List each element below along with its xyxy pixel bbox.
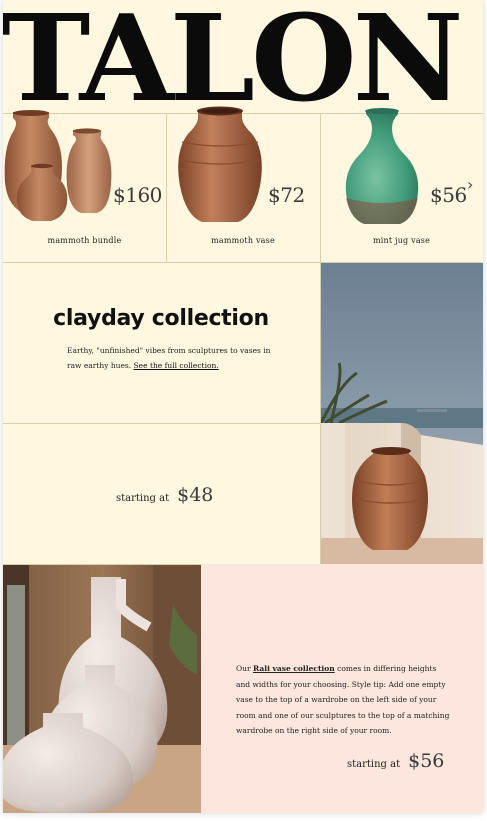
collection-title: clayday collection xyxy=(53,306,269,331)
product-name[interactable]: mint jug vase xyxy=(320,236,483,245)
brand-logo[interactable]: TALON xyxy=(3,8,464,116)
product-tile-mammoth-bundle[interactable]: $160 mammoth bundle xyxy=(3,110,166,262)
starting-label: starting at xyxy=(347,759,401,770)
rali-text-after: comes in differing heights and widths fo… xyxy=(236,664,450,735)
brand-banner: TALON xyxy=(3,8,483,116)
mint-jug-vase-image xyxy=(345,108,419,224)
starting-label: starting at xyxy=(116,493,170,504)
white-vases-photo xyxy=(3,565,201,813)
product-price: $160 xyxy=(113,183,162,207)
starting-price: $56 xyxy=(408,750,445,772)
collection-description: Earthy, "unfinished" vibes from sculptur… xyxy=(67,343,277,373)
product-card: TALON $160 mammoth bundle $72 mammoth va… xyxy=(3,0,483,813)
product-name[interactable]: mammoth bundle xyxy=(3,236,166,245)
product-price: $56 xyxy=(430,183,467,207)
rali-text-before: Our xyxy=(236,664,253,673)
chevron-right-icon[interactable]: › xyxy=(467,177,479,193)
product-name[interactable]: mammoth vase xyxy=(166,236,320,245)
rali-starting-price: starting at $56 xyxy=(347,750,444,772)
product-price: $72 xyxy=(268,183,305,207)
rali-vase-collection-link[interactable]: Rali vase collection xyxy=(253,664,335,673)
product-tile-mammoth-vase[interactable]: $72 mammoth vase xyxy=(166,106,320,262)
mammoth-vase-image xyxy=(178,106,262,222)
rali-description: Our Rali vase collection comes in differ… xyxy=(236,661,451,739)
divider xyxy=(3,423,320,424)
mammoth-bundle-image xyxy=(4,110,112,221)
terrace-urn-photo xyxy=(321,263,483,564)
starting-price: $48 xyxy=(177,484,214,506)
product-tile-mint-jug-vase[interactable]: $56 mint jug vase xyxy=(320,108,483,262)
rali-collection-panel: Our Rali vase collection comes in differ… xyxy=(201,564,483,813)
collection-starting-price: starting at $48 xyxy=(116,484,213,506)
see-full-collection-link[interactable]: See the full collection. xyxy=(134,361,219,370)
